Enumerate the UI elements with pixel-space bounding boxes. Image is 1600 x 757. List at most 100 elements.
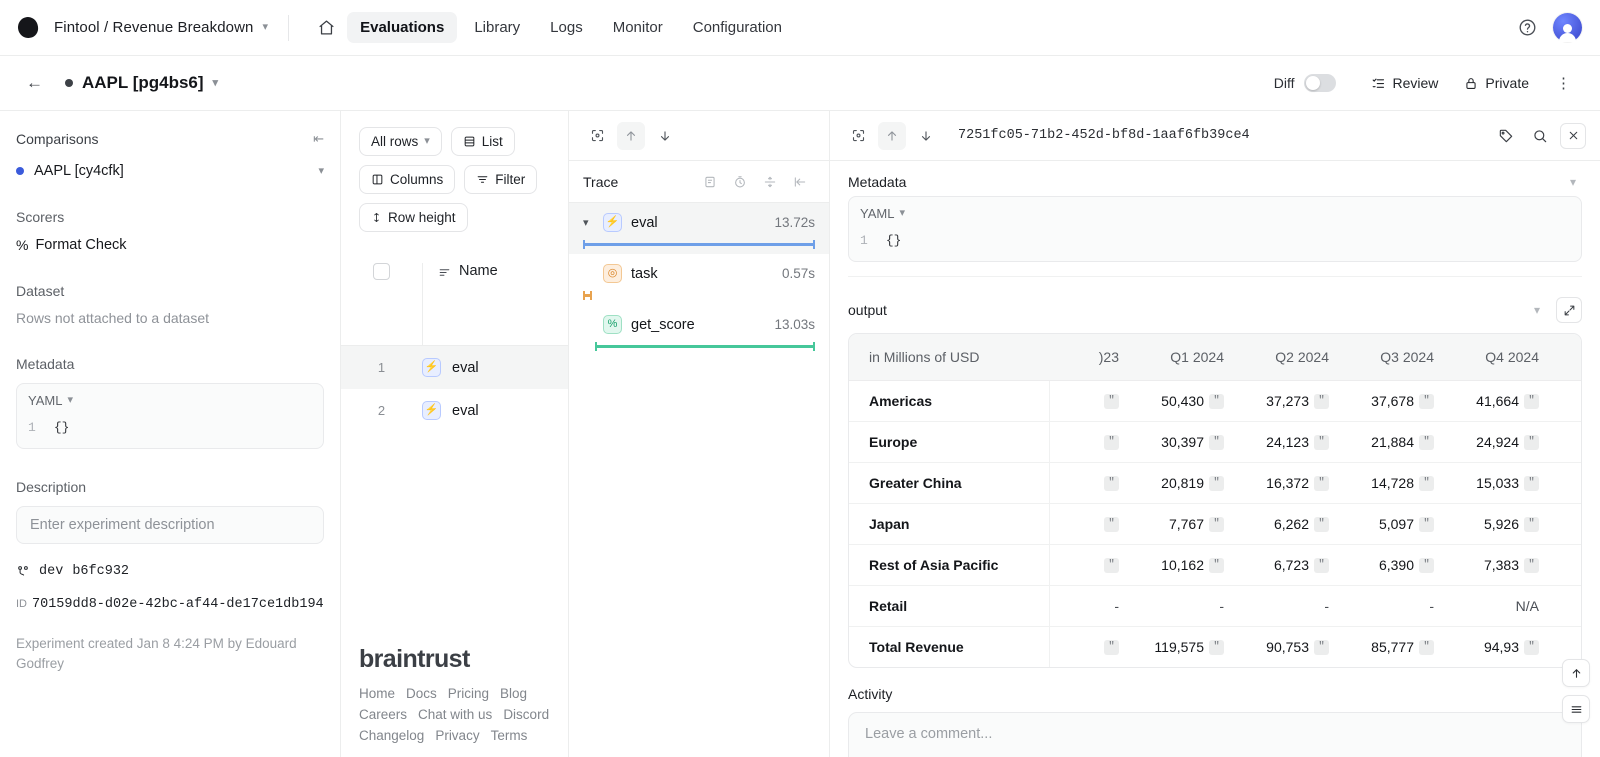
- footer-links: Home Docs Pricing Blog Careers Chat with…: [359, 686, 550, 743]
- cell-2023: ": [1049, 422, 1129, 463]
- row-height-button[interactable]: Row height: [359, 203, 468, 232]
- chevron-down-icon[interactable]: ▾: [1564, 175, 1582, 189]
- nav-item-evaluations[interactable]: Evaluations: [347, 12, 457, 43]
- footer-link-privacy[interactable]: Privacy: [435, 728, 479, 743]
- app-root: Fintool / Revenue Breakdown ▾ Evaluation…: [0, 0, 1600, 757]
- footer-link-pricing[interactable]: Pricing: [448, 686, 489, 701]
- nav-item-monitor[interactable]: Monitor: [600, 12, 676, 43]
- footer-link-blog[interactable]: Blog: [500, 686, 527, 701]
- all-rows-select[interactable]: All rows ▾: [359, 127, 442, 156]
- arrow-down-icon[interactable]: [912, 122, 940, 150]
- diff-label: Diff: [1274, 75, 1295, 91]
- arrow-up-icon[interactable]: [617, 122, 645, 150]
- filter-button[interactable]: Filter: [464, 165, 537, 194]
- home-button[interactable]: [309, 12, 343, 44]
- table-cell: 6,390": [1339, 545, 1444, 586]
- quote-badge: ": [1104, 640, 1119, 655]
- review-button[interactable]: Review: [1362, 69, 1448, 97]
- home-icon: [318, 19, 335, 36]
- diff-toggle[interactable]: [1304, 74, 1336, 92]
- lock-icon: [1464, 76, 1478, 91]
- footer-link-careers[interactable]: Careers: [359, 707, 407, 722]
- quote-badge: ": [1419, 517, 1434, 532]
- metadata-format-select[interactable]: YAML ▾: [28, 393, 312, 408]
- footer-link-docs[interactable]: Docs: [406, 686, 437, 701]
- avatar[interactable]: [1553, 13, 1582, 42]
- private-label: Private: [1485, 75, 1529, 91]
- table-cell: 15,033": [1444, 463, 1549, 504]
- expand-output-button[interactable]: [1556, 297, 1582, 323]
- braintrust-logo-icon[interactable]: [17, 16, 40, 40]
- list-view-button[interactable]: List: [451, 127, 515, 156]
- footer-link-terms[interactable]: Terms: [491, 728, 528, 743]
- list-item[interactable]: 1 ⚡ eval: [341, 346, 568, 389]
- output-table-card: in Millions of USD )23 Q1 2024 Q2 2024 Q…: [848, 333, 1582, 668]
- footer-link-discord[interactable]: Discord: [503, 707, 549, 722]
- quote-badge: ": [1104, 435, 1119, 450]
- table-cell: 25,052": [1549, 504, 1582, 545]
- diff-toggle-group[interactable]: Diff: [1274, 74, 1336, 92]
- close-icon: [1567, 129, 1580, 142]
- comparison-item[interactable]: AAPL [cy4cfk] ▾: [16, 163, 324, 179]
- scorer-item[interactable]: % Format Check: [16, 237, 324, 253]
- search-icon[interactable]: [1526, 122, 1554, 150]
- arrow-down-icon[interactable]: [651, 122, 679, 150]
- experiment-title[interactable]: AAPL [pg4bs6] ▾: [65, 73, 218, 93]
- collapse-left-icon[interactable]: [785, 175, 815, 189]
- nav-item-logs[interactable]: Logs: [537, 12, 596, 43]
- menu-icon: [1570, 703, 1583, 716]
- footer-link-home[interactable]: Home: [359, 686, 395, 701]
- collapse-vertical-icon[interactable]: [755, 175, 785, 189]
- id-tag-label: ID: [16, 598, 27, 610]
- arrow-up-icon[interactable]: [878, 122, 906, 150]
- task-target-icon: ◎: [603, 264, 622, 283]
- description-input[interactable]: [16, 506, 324, 544]
- comment-input[interactable]: Leave a comment...: [848, 712, 1582, 757]
- help-button[interactable]: [1518, 18, 1537, 37]
- quote-badge: ": [1209, 517, 1224, 532]
- collapse-left-icon[interactable]: ⇤: [313, 131, 324, 147]
- close-button[interactable]: [1560, 123, 1586, 149]
- table-cell: 90,753": [1234, 627, 1339, 668]
- back-button[interactable]: ←: [18, 69, 51, 97]
- more-options-button[interactable]: ⋮: [1546, 68, 1582, 98]
- revenue-table: in Millions of USD )23 Q1 2024 Q2 2024 Q…: [849, 334, 1582, 667]
- document-icon[interactable]: [695, 175, 725, 189]
- trace-span-get-score[interactable]: % get_score 13.03s: [569, 305, 829, 356]
- focus-icon[interactable]: [583, 122, 611, 150]
- span-duration: 13.72s: [774, 215, 815, 230]
- footer-link-changelog[interactable]: Changelog: [359, 728, 424, 743]
- tag-icon[interactable]: [1492, 122, 1520, 150]
- table-row: Americas"50,430"37,273"37,678"41,664"167…: [849, 381, 1582, 422]
- breadcrumb-label: Fintool / Revenue Breakdown: [54, 19, 253, 36]
- trace-span-task[interactable]: ◎ task 0.57s: [569, 254, 829, 305]
- nav-item-library[interactable]: Library: [461, 12, 533, 43]
- timer-icon[interactable]: [725, 175, 755, 189]
- table-cell: 50,430": [1129, 381, 1234, 422]
- chevron-down-icon[interactable]: ▾: [318, 166, 324, 177]
- private-button[interactable]: Private: [1455, 69, 1538, 97]
- metadata-format-select[interactable]: YAML ▾: [860, 206, 1570, 221]
- focus-icon[interactable]: [844, 122, 872, 150]
- footer-logo: braintrust: [359, 645, 550, 674]
- cell-2023: ": [1049, 627, 1129, 668]
- quote-badge: ": [1524, 558, 1539, 573]
- table-row: Japan"7,767"6,262"5,097"5,926"25,052": [849, 504, 1582, 545]
- list-item[interactable]: 2 ⚡ eval: [341, 389, 568, 432]
- breadcrumb[interactable]: Fintool / Revenue Breakdown ▾: [54, 19, 268, 36]
- chevron-down-icon[interactable]: ▾: [583, 216, 594, 229]
- menu-button[interactable]: [1562, 695, 1590, 723]
- nav-item-configuration[interactable]: Configuration: [680, 12, 795, 43]
- experiment-id-row: ID70159dd8-d02e-42bc-af44-de17ce1db194: [16, 597, 324, 612]
- footer-link-chat[interactable]: Chat with us: [418, 707, 492, 722]
- select-all-checkbox[interactable]: [373, 263, 390, 280]
- columns-button[interactable]: Columns: [359, 165, 455, 194]
- scroll-up-button[interactable]: [1562, 659, 1590, 687]
- activity-section-header: Activity: [848, 668, 1582, 708]
- cell-value: 90,753: [1266, 639, 1309, 655]
- trace-span-eval[interactable]: ▾ ⚡ eval 13.72s: [569, 203, 829, 254]
- row-label: Total Revenue: [849, 627, 1049, 668]
- chevron-down-icon[interactable]: ▾: [1528, 303, 1546, 317]
- cell-value: 85,777: [1371, 639, 1414, 655]
- column-header-name[interactable]: Name: [422, 263, 568, 345]
